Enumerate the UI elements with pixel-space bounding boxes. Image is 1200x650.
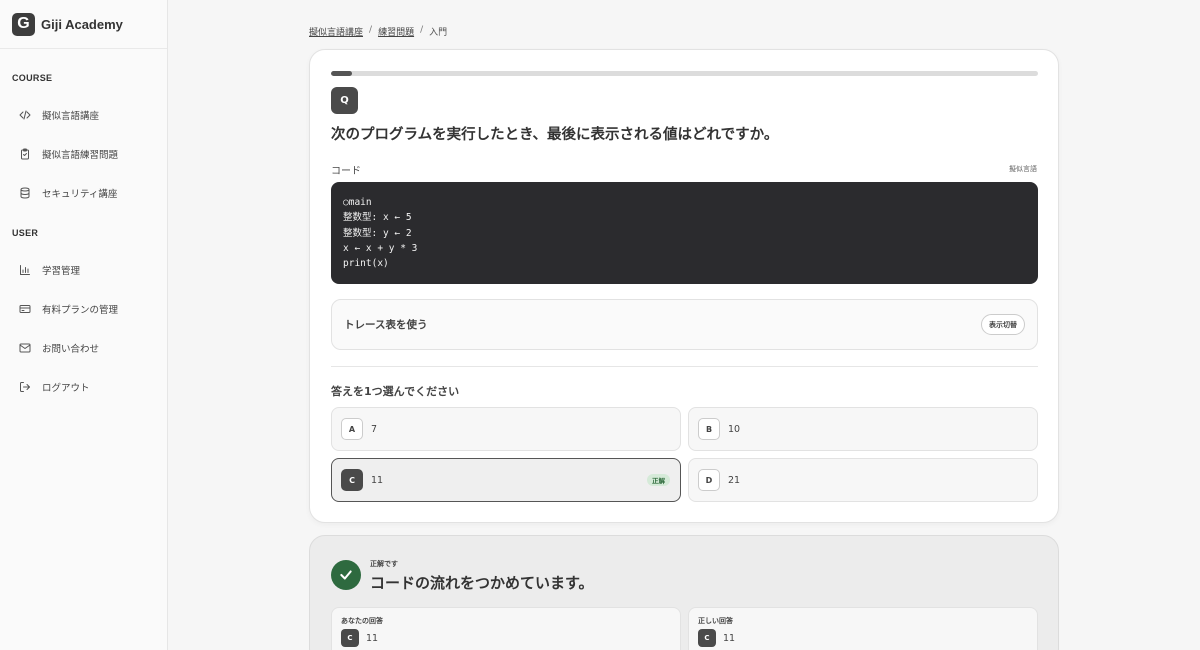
code-language-tag: 擬似言語 <box>1009 165 1037 173</box>
option-b[interactable]: B 10 <box>688 407 1038 451</box>
sidebar: G Giji Academy COURSE 擬似言語講座 擬似言語練習問題 セキ… <box>0 0 168 650</box>
sidebar-item-pseudo-practice[interactable]: 擬似言語練習問題 <box>0 134 167 173</box>
result-message: コードの流れをつかめています。 <box>370 574 594 592</box>
sidebar-item-security[interactable]: セキュリティ講座 <box>0 173 167 212</box>
brand[interactable]: G Giji Academy <box>0 0 167 49</box>
clipboard-check-icon <box>18 147 32 161</box>
course-section: COURSE 擬似言語講座 擬似言語練習問題 セキュリティ講座 <box>0 73 167 212</box>
course-heading: COURSE <box>12 73 53 83</box>
your-answer-letter: C <box>341 629 359 647</box>
logout-icon <box>18 380 32 394</box>
display-toggle-button[interactable]: 表示切替 <box>981 314 1025 335</box>
sidebar-item-label: 擬似言語講座 <box>42 110 100 122</box>
code-icon <box>18 108 32 122</box>
user-heading: USER <box>12 228 39 238</box>
correct-answer-value: 11 <box>723 632 736 644</box>
breadcrumb-separator: / <box>420 25 424 35</box>
bar-chart-icon <box>18 263 32 277</box>
result-card: 正解です コードの流れをつかめています。 あなたの回答 C 11 正しい回答 C… <box>309 535 1059 650</box>
code-line: 整数型: x ← 5 <box>343 212 412 224</box>
divider <box>331 366 1038 367</box>
option-a[interactable]: A 7 <box>331 407 681 451</box>
code-line: x ← x + y * 3 <box>343 242 418 254</box>
sidebar-item-contact[interactable]: お問い合わせ <box>0 328 167 367</box>
question-text: 次のプログラムを実行したとき、最後に表示される値はどれですか。 <box>331 127 779 143</box>
correct-badge: 正解 <box>647 474 670 486</box>
trace-table-title: トレース表を使う <box>344 319 428 331</box>
option-value: 21 <box>728 474 741 486</box>
option-c[interactable]: C 11 正解 <box>331 458 681 502</box>
progress-bar <box>331 71 1038 76</box>
credit-card-icon <box>18 302 32 316</box>
option-letter: D <box>698 469 720 491</box>
question-badge: Q <box>331 87 358 114</box>
breadcrumb-separator: / <box>369 25 373 35</box>
code-line: ○main <box>343 197 372 208</box>
sidebar-item-pseudo-lecture[interactable]: 擬似言語講座 <box>0 95 167 134</box>
sidebar-item-learning[interactable]: 学習管理 <box>0 250 167 289</box>
database-icon <box>18 186 32 200</box>
option-value: 10 <box>728 423 741 435</box>
progress-fill <box>331 71 353 76</box>
sidebar-item-label: 有料プランの管理 <box>42 304 119 316</box>
correct-answer-letter: C <box>698 629 716 647</box>
your-answer-label: あなたの回答 <box>341 617 383 625</box>
option-letter: B <box>698 418 720 440</box>
code-block: ○main 整数型: x ← 5 整数型: y ← 2 x ← x + y * … <box>331 182 1038 284</box>
user-section: USER 学習管理 有料プランの管理 お問い合わせ ログアウト <box>0 228 167 406</box>
code-label: コード <box>331 166 361 177</box>
breadcrumb-link-lecture[interactable]: 擬似言語講座 <box>309 25 363 38</box>
sidebar-item-label: 擬似言語練習問題 <box>42 149 119 161</box>
option-d[interactable]: D 21 <box>688 458 1038 502</box>
answer-prompt: 答えを1つ選んでください <box>331 385 460 398</box>
correct-answer-label: 正しい回答 <box>698 617 733 625</box>
sidebar-item-label: お問い合わせ <box>42 343 100 355</box>
check-icon <box>331 560 361 590</box>
trace-table-panel[interactable]: トレース表を使う 表示切替 <box>331 299 1038 350</box>
your-answer-value: 11 <box>366 632 379 644</box>
code-line: print(x) <box>343 258 389 270</box>
correct-answer-box: 正しい回答 C 11 <box>688 607 1038 650</box>
option-letter: C <box>341 469 363 491</box>
mail-icon <box>18 341 32 355</box>
sidebar-item-plan[interactable]: 有料プランの管理 <box>0 289 167 328</box>
option-letter: A <box>341 418 363 440</box>
brand-name: Giji Academy <box>41 16 123 32</box>
breadcrumb-current: 入門 <box>429 28 448 38</box>
option-value: 7 <box>371 423 378 435</box>
your-answer-box: あなたの回答 C 11 <box>331 607 681 650</box>
question-card: Q 次のプログラムを実行したとき、最後に表示される値はどれですか。 コード 擬似… <box>309 49 1059 523</box>
breadcrumb: 擬似言語講座 / 練習問題 / 入門 <box>309 25 447 38</box>
option-value: 11 <box>371 474 384 486</box>
sidebar-item-label: 学習管理 <box>42 265 81 277</box>
breadcrumb-link-practice[interactable]: 練習問題 <box>378 25 414 38</box>
brand-logo: G <box>12 12 35 36</box>
sidebar-item-label: セキュリティ講座 <box>42 188 118 200</box>
sidebar-item-label: ログアウト <box>42 382 90 394</box>
code-line: 整数型: y ← 2 <box>343 227 412 239</box>
result-status: 正解です <box>370 560 398 568</box>
sidebar-item-logout[interactable]: ログアウト <box>0 367 167 406</box>
